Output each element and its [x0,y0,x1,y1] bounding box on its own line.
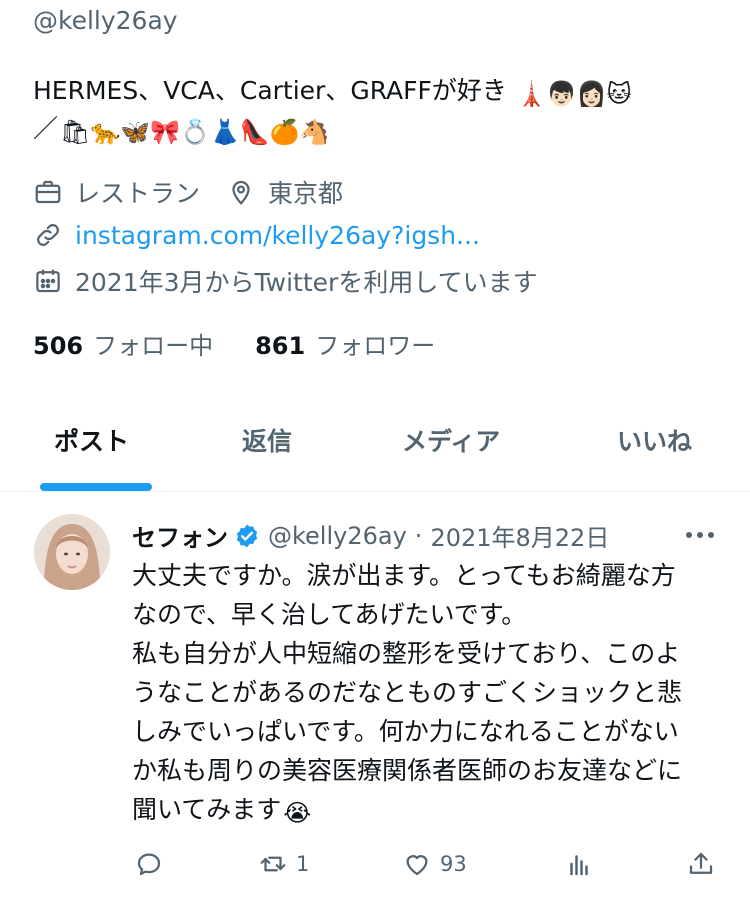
tweet-line: か私も周りの美容医療関係者医師のお友達などに [132,756,683,785]
tweet-line: うなことがあるのだなとものすごくショックと悲 [132,678,683,707]
tab-posts[interactable]: ポスト [54,422,129,458]
share-button[interactable] [686,846,716,882]
profile-bio: HERMES、VCA、Cartier、GRAFFが好き 🗼👦🏻👩🏻🐱 ／🛍🐆🦋🎀… [33,72,723,148]
tweet-line: しみでいっぱいです。何か力になれることがない [132,717,679,746]
more-options-icon[interactable] [680,520,720,550]
tweet-line: なので、早く治してあげたいです。 [132,600,527,629]
avatar-image [34,514,110,590]
followers-label: フォロワー [315,332,436,360]
profile-occupation: レストラン [75,179,201,208]
link-icon [37,224,59,246]
profile-location: 東京都 [268,179,344,208]
briefcase-icon [35,180,61,204]
share-icon [689,852,713,874]
bio-line-1: HERMES、VCA、Cartier、GRAFFが好き 🗼👦🏻👩🏻🐱 [33,72,723,110]
tweet-separator: · [414,521,423,550]
tweet-display-name[interactable]: セフォン [132,518,228,553]
avatar[interactable] [34,514,110,590]
views-button[interactable] [564,846,594,882]
bio-emojis-1: 🗼👦🏻👩🏻🐱 [516,80,632,108]
reply-button[interactable] [134,846,172,882]
profile-handle: @kelly26ay [33,6,178,35]
profile-website-link[interactable]: instagram.com/kelly26ay?igsh... [75,221,480,250]
active-tab-indicator [40,483,152,491]
profile-meta-row: レストラン 東京都 [33,174,343,210]
retweet-icon [260,856,286,872]
bio-slash: ／ [33,114,59,143]
tweet-date[interactable]: 2021年8月22日 [430,518,609,553]
verified-badge-icon [236,524,258,547]
calendar-icon [36,269,60,293]
tab-likes[interactable]: いいね [617,422,692,458]
following-count: 506 [33,332,84,360]
bio-line-2: ／🛍🐆🦋🎀💍👗👠🍊🐴 [33,110,723,148]
follow-stats: 506 フォロー中 861 フォロワー [33,326,435,361]
tweet-line: 大丈夫ですか。涙が出ます。とってもお綺麗な方 [132,561,676,590]
crying-emoji: 😭 [283,799,312,827]
followers-link[interactable]: 861 フォロワー [255,326,435,361]
following-link[interactable]: 506 フォロー中 [33,326,213,361]
tweet-handle[interactable]: @kelly26ay [268,522,407,550]
tweet-line: 聞いてみます😭 [132,790,732,829]
views-chart-icon [570,855,588,876]
reply-icon [137,853,161,876]
followers-count: 861 [255,332,306,360]
retweet-button[interactable]: 1 [258,846,309,882]
tab-replies[interactable]: 返信 [242,422,292,458]
like-button[interactable]: 93 [402,846,467,882]
tab-media[interactable]: メディア [402,422,500,458]
bio-emojis-2: 🛍🐆🦋🎀💍👗👠🍊🐴 [60,118,330,146]
heart-icon [406,855,428,876]
like-count: 93 [440,852,467,876]
following-label: フォロー中 [93,332,214,360]
profile-joined: 2021年3月からTwitterを利用しています [75,268,538,297]
tweet-text: 大丈夫ですか。涙が出ます。とってもお綺麗な方 なので、早く治してあげたいです。 … [132,556,732,829]
location-pin-icon [232,180,250,205]
tweet-line: 私も自分が人中短縮の整形を受けており、このよ [132,639,681,668]
profile-tabs: ポスト 返信 メディア いいね [0,400,750,492]
tweet-header: セフォン @kelly26ay · 2021年8月22日 [132,518,609,553]
retweet-count: 1 [296,852,310,876]
bio-text: HERMES、VCA、Cartier、GRAFFが好き [33,76,507,105]
tweet-line-text: 聞いてみます [132,795,282,824]
profile-joined-row: 2021年3月からTwitterを利用しています [33,263,538,299]
profile-website-row: instagram.com/kelly26ay?igsh... [33,220,480,250]
